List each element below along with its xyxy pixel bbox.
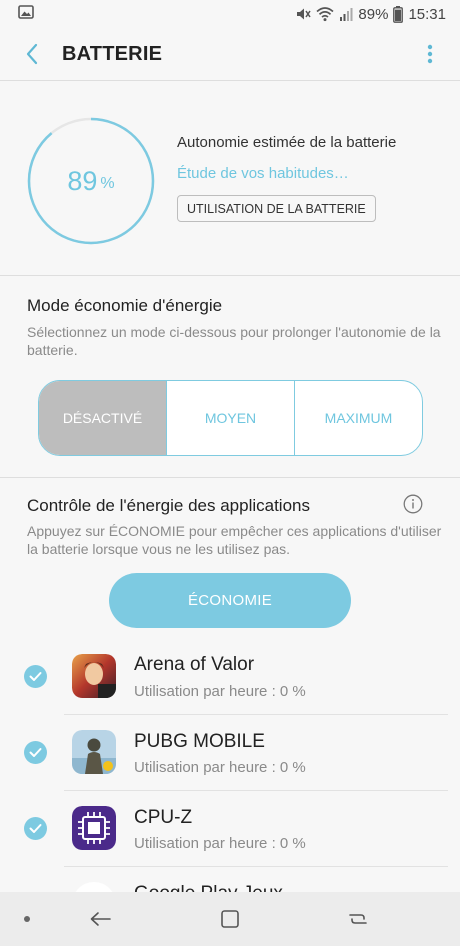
pubg-mobile-app-icon bbox=[72, 730, 116, 774]
app-checkbox[interactable] bbox=[24, 665, 47, 688]
gallery-notification-icon bbox=[18, 5, 34, 23]
battery-usage-button[interactable]: UTILISATION DE LA BATTERIE bbox=[177, 195, 376, 222]
signal-icon bbox=[339, 6, 353, 22]
power-mode-selector: DÉSACTIVÉ MOYEN MAXIMUM bbox=[38, 380, 423, 456]
section-divider-1 bbox=[0, 275, 460, 276]
power-mode-description: Sélectionnez un mode ci-dessous pour pro… bbox=[27, 324, 441, 358]
battery-icon bbox=[393, 5, 404, 23]
app-usage: Utilisation par heure : 0 % bbox=[134, 759, 306, 776]
wifi-icon bbox=[316, 6, 334, 22]
app-control-title: Contrôle de l'énergie des applications bbox=[27, 496, 310, 515]
header-divider bbox=[0, 80, 460, 81]
more-options-button[interactable] bbox=[418, 38, 442, 70]
list-item-cpu-z[interactable]: CPU-Z Utilisation par heure : 0 % bbox=[0, 791, 460, 867]
battery-level-value: 89 bbox=[67, 165, 98, 196]
app-checkbox[interactable] bbox=[24, 817, 47, 840]
back-arrow-icon bbox=[26, 43, 38, 65]
app-usage: Utilisation par heure : 0 % bbox=[134, 683, 306, 700]
app-name: PUBG MOBILE bbox=[134, 731, 265, 752]
nav-recents-button[interactable] bbox=[344, 905, 372, 933]
study-habits-text: Étude de vos habitudes… bbox=[177, 165, 349, 182]
recents-icon bbox=[349, 914, 367, 924]
battery-level-unit: % bbox=[100, 175, 115, 192]
info-button[interactable] bbox=[403, 494, 423, 514]
status-bar: 89% 15:31 bbox=[0, 0, 460, 28]
app-usage: Utilisation par heure : 0 % bbox=[134, 835, 306, 852]
app-name: Arena of Valor bbox=[134, 654, 255, 675]
estimate-label: Autonomie estimée de la batterie bbox=[177, 134, 397, 151]
back-button[interactable] bbox=[6, 28, 58, 80]
list-item-pubg-mobile[interactable]: PUBG MOBILE Utilisation par heure : 0 % bbox=[0, 715, 460, 791]
app-control-description: Appuyez sur ÉCONOMIE pour empêcher ces a… bbox=[27, 523, 442, 557]
nav-home-button[interactable] bbox=[216, 905, 244, 933]
economy-button[interactable]: ÉCONOMIE bbox=[109, 573, 351, 628]
nav-back-button[interactable] bbox=[86, 905, 114, 933]
more-vert-icon bbox=[427, 44, 433, 64]
checkmark-icon bbox=[29, 748, 42, 757]
back-icon bbox=[90, 912, 111, 926]
arena-of-valor-app-icon bbox=[72, 654, 116, 698]
app-checkbox[interactable] bbox=[24, 741, 47, 764]
nav-pin-dot bbox=[24, 916, 30, 922]
status-indicators: 89% 15:31 bbox=[295, 5, 446, 23]
battery-percent-text: 89% bbox=[358, 5, 389, 23]
battery-screen: 89% 15:31 BATTERIE 89 % Autonomie estimé… bbox=[0, 0, 460, 946]
power-mode-title: Mode économie d'énergie bbox=[27, 296, 223, 315]
home-icon bbox=[221, 910, 239, 928]
app-name: CPU-Z bbox=[134, 807, 193, 828]
battery-level-readout: 89 % bbox=[26, 116, 156, 246]
checkmark-icon bbox=[29, 672, 42, 681]
cpu-z-app-icon bbox=[72, 806, 116, 850]
mode-option-medium[interactable]: MOYEN bbox=[167, 381, 295, 455]
navigation-bar bbox=[0, 892, 460, 946]
clock: 15:31 bbox=[408, 5, 446, 23]
mute-icon bbox=[295, 6, 312, 22]
mode-option-maximum[interactable]: MAXIMUM bbox=[295, 381, 422, 455]
checkmark-icon bbox=[29, 824, 42, 833]
mode-option-off[interactable]: DÉSACTIVÉ bbox=[39, 381, 167, 455]
list-item-arena-of-valor[interactable]: Arena of Valor Utilisation par heure : 0… bbox=[0, 638, 460, 714]
section-divider-2 bbox=[0, 477, 460, 478]
info-icon bbox=[403, 494, 423, 514]
page-title: BATTERIE bbox=[62, 42, 163, 65]
battery-ring: 89 % bbox=[26, 116, 156, 246]
app-bar: BATTERIE bbox=[0, 28, 460, 80]
